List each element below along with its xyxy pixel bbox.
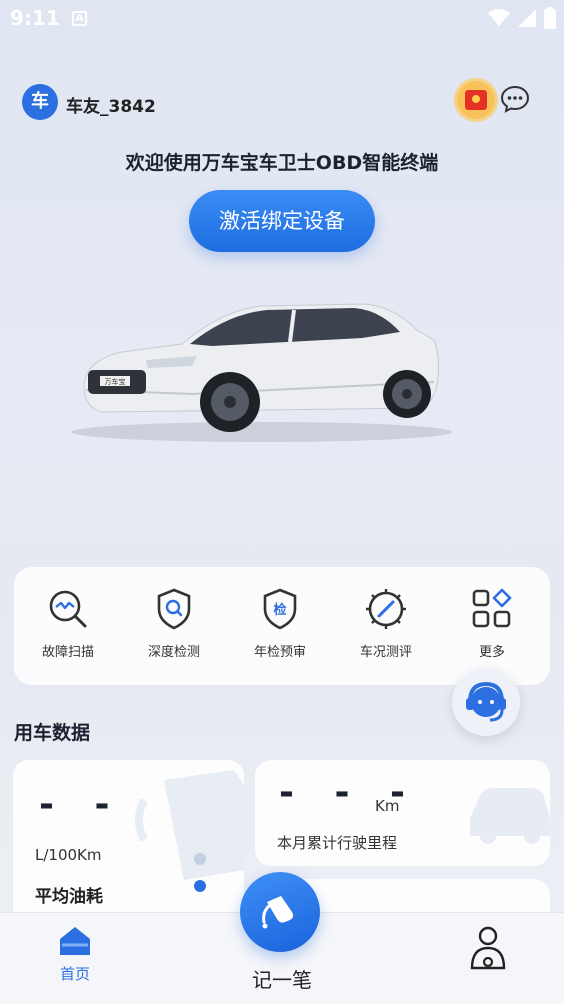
- fuel-label: 平均油耗: [35, 887, 103, 907]
- scan-magnifier-icon: [49, 590, 87, 628]
- home-icon: [60, 927, 90, 955]
- red-packet-icon[interactable]: [454, 78, 498, 122]
- mileage-label: 本月累计行驶里程: [277, 834, 398, 852]
- fuel-unit: L/100Km: [35, 846, 102, 864]
- func-label: 故障扫描: [41, 645, 94, 660]
- status-bar: 9:11 A: [0, 0, 564, 40]
- func-more[interactable]: 更多: [444, 587, 540, 660]
- func-label: 更多: [478, 645, 505, 660]
- pager-dot: [194, 853, 206, 865]
- nav-home[interactable]: 首页: [40, 925, 110, 984]
- customer-service-button[interactable]: [452, 668, 520, 736]
- shield-check-icon: 检: [263, 588, 297, 630]
- plate-text: 万车宝: [105, 377, 126, 386]
- func-label: 车况测评: [359, 645, 412, 660]
- mileage-card[interactable]: - - - Km 本月累计行驶里程: [255, 760, 550, 866]
- func-label: 深度检测: [147, 645, 200, 660]
- username[interactable]: 车友_3842: [66, 92, 156, 117]
- fuel-value: - -: [39, 784, 124, 825]
- activate-bind-button[interactable]: 激活绑定设备: [189, 190, 375, 252]
- pager-dot-active: [194, 880, 206, 892]
- nav-home-label: 首页: [59, 965, 90, 983]
- shield-search-icon: [157, 588, 191, 630]
- welcome-title: 欢迎使用万车宝车卫士OBD智能终端: [125, 152, 439, 174]
- avatar[interactable]: 车: [22, 84, 58, 120]
- fuel-pump-watermark-icon: [135, 770, 244, 880]
- func-label: 年检预审: [253, 645, 306, 660]
- notification-icon: A: [72, 11, 87, 26]
- system-icons: [488, 7, 556, 29]
- wifi-icon: [488, 9, 510, 26]
- func-condition-eval[interactable]: 车况测评: [338, 587, 434, 660]
- gauge-icon: [366, 589, 406, 629]
- car-image: 万车宝: [72, 303, 452, 442]
- record-fab-label: 记一笔: [252, 968, 312, 992]
- func-deep-check[interactable]: 深度检测: [126, 587, 222, 660]
- func-annual-inspection[interactable]: 检 年检预审: [232, 587, 328, 660]
- section-title: 用车数据: [14, 722, 91, 744]
- fuel-consumption-card[interactable]: - - L/100Km 平均油耗: [13, 760, 244, 930]
- status-time: 9:11: [10, 6, 60, 30]
- car-watermark-icon: [470, 788, 550, 844]
- headset-icon: [466, 681, 506, 722]
- fuel-nozzle-icon: [262, 896, 294, 929]
- mileage-unit: Km: [375, 797, 400, 815]
- chat-bubble-icon[interactable]: [500, 84, 530, 114]
- record-fab-button[interactable]: [240, 872, 320, 952]
- signal-icon: [518, 9, 536, 27]
- func-fault-scan[interactable]: 故障扫描: [20, 587, 116, 660]
- user-icon[interactable]: [466, 924, 510, 974]
- battery-icon: [544, 7, 556, 29]
- grid-more-icon: [472, 588, 512, 628]
- shield-check-text: 检: [273, 602, 286, 618]
